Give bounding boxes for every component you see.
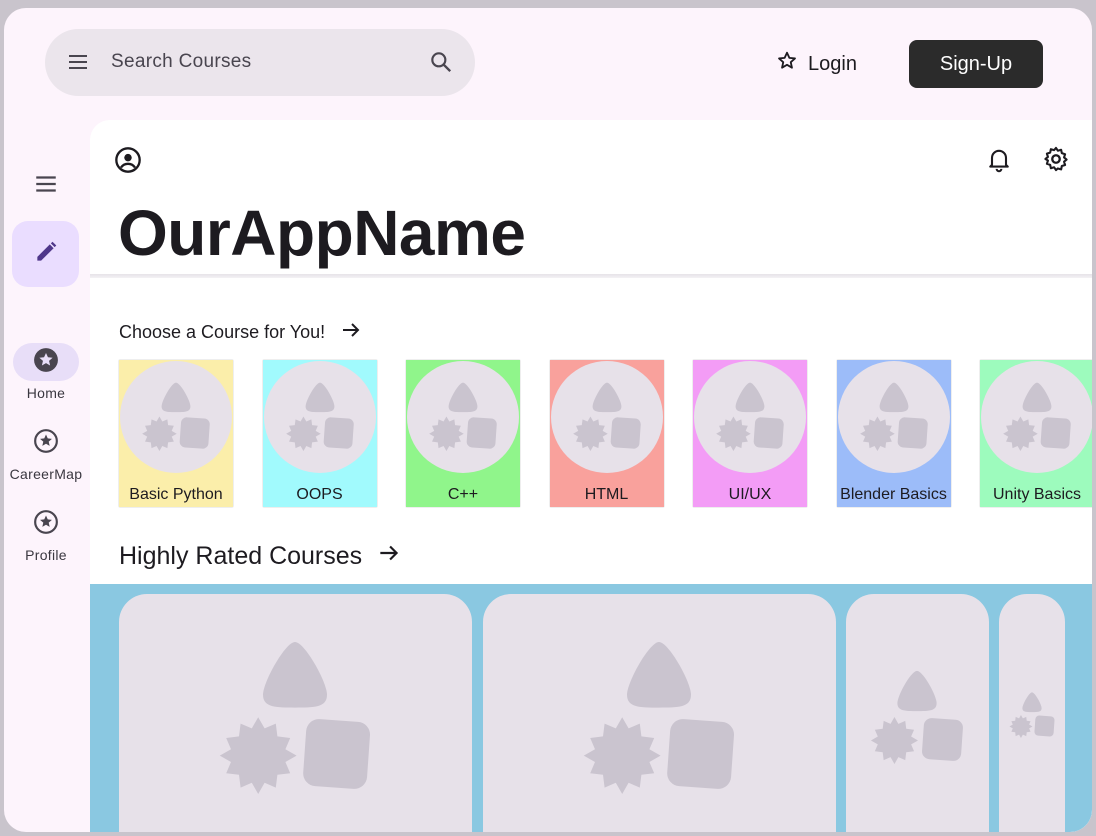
course-thumbnail: [981, 361, 1092, 473]
image-placeholder-icon: [142, 382, 210, 451]
rated-section-title: Highly Rated Courses: [119, 542, 363, 570]
image-placeholder-icon: [429, 382, 497, 451]
login-button[interactable]: Login: [776, 46, 857, 82]
rail-pill-home: [13, 343, 79, 381]
course-card-label: HTML: [584, 486, 629, 503]
rated-courses-carousel[interactable]: [90, 584, 1092, 832]
course-card[interactable]: Blender Basics: [836, 360, 951, 507]
arrow-right-icon[interactable]: [339, 318, 363, 347]
course-card[interactable]: UI/UX: [693, 360, 807, 507]
rail-item-home[interactable]: Home: [4, 343, 88, 401]
star-badge-icon: [33, 509, 59, 540]
course-thumbnail: [694, 361, 806, 473]
rail-item-profile[interactable]: Profile: [4, 505, 88, 563]
star-badge-icon: [33, 347, 59, 378]
image-placeholder-icon: [1009, 692, 1055, 738]
rail-menu-icon[interactable]: [33, 171, 59, 202]
rated-course-card[interactable]: [846, 594, 989, 832]
gear-icon[interactable]: [1042, 145, 1070, 178]
search-input[interactable]: Search Courses: [111, 51, 251, 73]
rail-label-home: Home: [26, 385, 66, 401]
image-placeholder-icon: [870, 670, 963, 764]
image-placeholder-icon: [219, 642, 371, 794]
rated-section-header[interactable]: Highly Rated Courses: [119, 540, 402, 573]
course-card-label: Blender Basics: [840, 486, 947, 503]
menu-icon[interactable]: [66, 50, 90, 79]
course-card-label: Basic Python: [129, 486, 223, 503]
image-placeholder-icon: [572, 382, 641, 451]
search-icon[interactable]: [428, 49, 454, 80]
course-section-title: Choose a Course for You!: [119, 322, 326, 342]
rated-course-card[interactable]: [483, 594, 836, 832]
course-card-label: Unity Basics: [992, 486, 1082, 503]
rail-pill-profile: [13, 505, 79, 543]
rail-label-profile: Profile: [25, 547, 67, 563]
rail-item-careermap[interactable]: CareerMap: [4, 424, 88, 482]
login-label: Login: [808, 52, 857, 75]
course-thumbnail: [407, 361, 519, 473]
header-divider: [90, 274, 1092, 278]
app-window: Search Courses Login Sign-Up Home Career…: [4, 8, 1092, 832]
course-card[interactable]: C++: [406, 360, 520, 507]
course-card-label: OOPS: [296, 486, 343, 503]
rated-course-card[interactable]: [119, 594, 472, 832]
star-icon: [776, 50, 798, 78]
rail-label-careermap: CareerMap: [9, 466, 83, 482]
course-thumbnail: [837, 361, 950, 473]
course-thumbnail: [550, 361, 663, 473]
image-placeholder-icon: [583, 642, 735, 794]
signup-button[interactable]: Sign-Up: [909, 40, 1043, 88]
image-placeholder-icon: [859, 382, 928, 451]
page-title: OurAppName: [118, 197, 526, 269]
search-bar[interactable]: Search Courses: [45, 29, 475, 96]
rated-course-card[interactable]: [999, 594, 1065, 832]
course-thumbnail: [263, 361, 376, 473]
course-card[interactable]: HTML: [549, 360, 664, 507]
image-placeholder-icon: [285, 382, 354, 451]
course-card[interactable]: OOPS: [262, 360, 377, 507]
course-thumbnail: [120, 361, 232, 473]
course-card[interactable]: Basic Python: [119, 360, 233, 507]
account-circle-icon[interactable]: [114, 146, 142, 179]
edit-fab-button[interactable]: [12, 221, 79, 287]
course-card-label: C++: [447, 486, 479, 503]
image-placeholder-icon: [716, 382, 784, 451]
rail-pill-careermap: [13, 424, 79, 462]
main-panel: OurAppName Choose a Course for You! Basi…: [90, 120, 1092, 832]
arrow-right-icon[interactable]: [376, 540, 402, 573]
course-section-header[interactable]: Choose a Course for You!: [119, 318, 363, 347]
image-placeholder-icon: [1003, 382, 1071, 451]
pencil-icon: [33, 239, 59, 270]
course-card-label: UI/UX: [728, 486, 772, 503]
course-card[interactable]: Unity Basics: [980, 360, 1092, 507]
star-badge-icon: [33, 428, 59, 459]
bell-icon[interactable]: [985, 145, 1013, 178]
